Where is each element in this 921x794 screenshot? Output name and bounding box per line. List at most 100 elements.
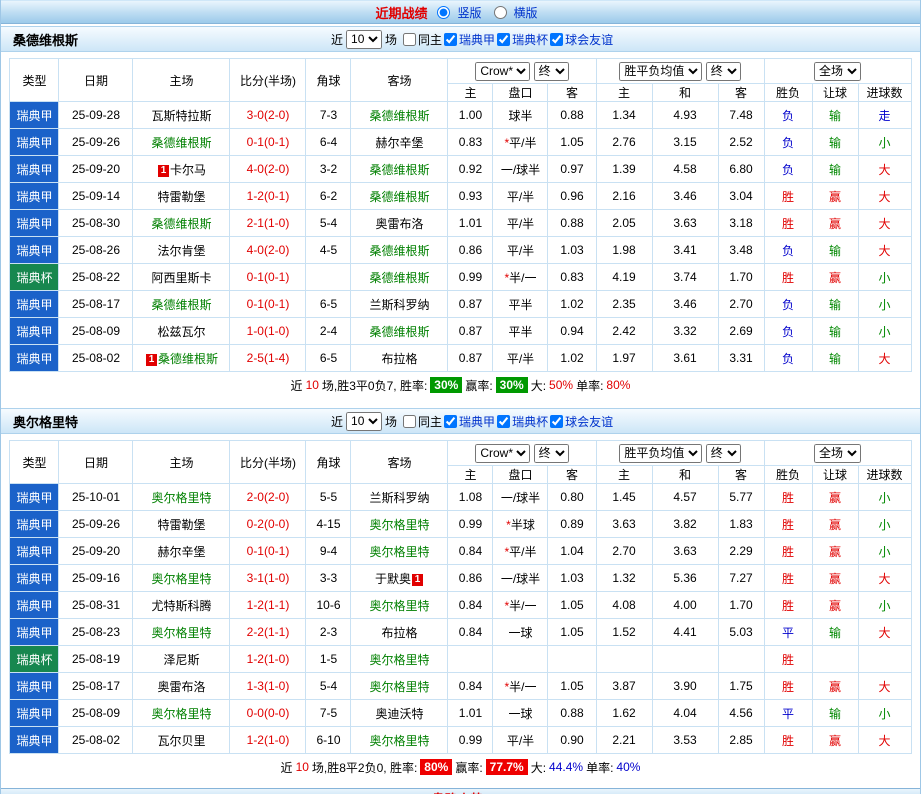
home-team-cell[interactable]: 奥尔格里特 (133, 700, 230, 727)
score-cell[interactable]: 1-0(1-0) (230, 318, 306, 345)
home-team-cell[interactable]: 奥尔格里特 (133, 619, 230, 646)
wdl-avg-select[interactable]: 胜平负均值 (619, 62, 702, 81)
same-venue-checkbox[interactable] (403, 33, 416, 46)
friendly-checkbox[interactable] (550, 33, 563, 46)
team-link[interactable]: 桑德维根斯 (369, 109, 429, 123)
team-link[interactable]: 瓦尔贝里 (157, 734, 205, 748)
team-link[interactable]: 奥尔格里特 (151, 491, 211, 505)
home-team-cell[interactable]: 尤特斯科腾 (133, 592, 230, 619)
cup-checkbox[interactable] (497, 415, 510, 428)
team-link[interactable]: 奥迪沃特 (375, 707, 423, 721)
same-venue-checkbox[interactable] (403, 415, 416, 428)
away-team-cell[interactable]: 兰斯科罗纳 (351, 484, 448, 511)
team-link[interactable]: 奥尔格里特 (151, 626, 211, 640)
score-cell[interactable]: 0-1(0-1) (230, 129, 306, 156)
team-link[interactable]: 特雷勒堡 (157, 518, 205, 532)
away-team-cell[interactable]: 布拉格 (351, 619, 448, 646)
team-link[interactable]: 卡尔马 (170, 163, 206, 177)
home-team-cell[interactable]: 松兹瓦尔 (133, 318, 230, 345)
team-link[interactable]: 泽尼斯 (163, 653, 199, 667)
vertical-layout-label[interactable]: 竖版 (457, 4, 481, 21)
friendly-checkbox[interactable] (550, 415, 563, 428)
home-team-cell[interactable]: 瓦尔贝里 (133, 727, 230, 754)
score-cell[interactable]: 1-2(1-1) (230, 592, 306, 619)
team-link[interactable]: 桑德维根斯 (369, 190, 429, 204)
match-count-select[interactable]: 10 (346, 30, 382, 49)
score-cell[interactable]: 2-0(2-0) (230, 484, 306, 511)
score-cell[interactable]: 0-1(0-1) (230, 291, 306, 318)
team-link[interactable]: 奥尔格里特 (369, 599, 429, 613)
score-cell[interactable]: 1-2(1-0) (230, 646, 306, 673)
wdl-stage-select[interactable]: 终 (706, 62, 741, 81)
team-link[interactable]: 兰斯科罗纳 (369, 491, 429, 505)
away-team-cell[interactable]: 桑德维根斯 (351, 318, 448, 345)
home-team-cell[interactable]: 1桑德维根斯 (133, 345, 230, 372)
away-team-cell[interactable]: 奥尔格里特 (351, 727, 448, 754)
team-link[interactable]: 奥尔格里特 (369, 734, 429, 748)
team-link[interactable]: 奥尔格里特 (369, 653, 429, 667)
home-team-cell[interactable]: 瓦斯特拉斯 (133, 102, 230, 129)
away-team-cell[interactable]: 桑德维根斯 (351, 264, 448, 291)
team-link[interactable]: 布拉格 (381, 352, 417, 366)
league-checkbox[interactable] (444, 415, 457, 428)
league-filter-label[interactable]: 瑞典甲 (444, 31, 495, 48)
away-team-cell[interactable]: 奥尔格里特 (351, 511, 448, 538)
team-link[interactable]: 奥雷布洛 (157, 680, 205, 694)
away-team-cell[interactable]: 兰斯科罗纳 (351, 291, 448, 318)
away-team-cell[interactable]: 布拉格 (351, 345, 448, 372)
wdl-avg-select[interactable]: 胜平负均值 (619, 444, 702, 463)
home-team-cell[interactable]: 泽尼斯 (133, 646, 230, 673)
team-link[interactable]: 法尔肯堡 (157, 244, 205, 258)
home-team-cell[interactable]: 特雷勒堡 (133, 511, 230, 538)
team-link[interactable]: 赫尔辛堡 (375, 136, 423, 150)
away-team-cell[interactable]: 桑德维根斯 (351, 102, 448, 129)
horizontal-layout-radio[interactable] (494, 6, 507, 19)
away-team-cell[interactable]: 奥尔格里特 (351, 538, 448, 565)
team-link[interactable]: 奥尔格里特 (369, 518, 429, 532)
score-cell[interactable]: 1-2(1-0) (230, 727, 306, 754)
scope-select[interactable]: 全场 (814, 62, 861, 81)
score-cell[interactable]: 0-2(0-0) (230, 511, 306, 538)
team-link[interactable]: 奥尔格里特 (369, 680, 429, 694)
score-cell[interactable]: 4-0(2-0) (230, 237, 306, 264)
away-team-cell[interactable]: 于默奥1 (351, 565, 448, 592)
team-link[interactable]: 特雷勒堡 (157, 190, 205, 204)
team-link[interactable]: 桑德维根斯 (151, 136, 211, 150)
vertical-layout-radio[interactable] (437, 6, 450, 19)
match-count-select[interactable]: 10 (346, 412, 382, 431)
team-link[interactable]: 兰斯科罗纳 (369, 298, 429, 312)
team-link[interactable]: 阿西里斯卡 (151, 271, 211, 285)
friendly-filter-label[interactable]: 球会友谊 (550, 413, 613, 430)
team-link[interactable]: 桑德维根斯 (369, 163, 429, 177)
team-link[interactable]: 奥雷布洛 (375, 217, 423, 231)
home-team-cell[interactable]: 阿西里斯卡 (133, 264, 230, 291)
home-team-cell[interactable]: 奥尔格里特 (133, 484, 230, 511)
bookmaker-select[interactable]: Crow* (475, 62, 530, 81)
same-venue-label[interactable]: 同主 (403, 31, 442, 48)
bookmaker-select[interactable]: Crow* (475, 444, 530, 463)
odds-stage-select[interactable]: 终 (534, 444, 569, 463)
wdl-stage-select[interactable]: 终 (706, 444, 741, 463)
home-team-cell[interactable]: 奥尔格里特 (133, 565, 230, 592)
score-cell[interactable]: 3-0(2-0) (230, 102, 306, 129)
away-team-cell[interactable]: 奥尔格里特 (351, 592, 448, 619)
team-link[interactable]: 布拉格 (381, 626, 417, 640)
odds-stage-select[interactable]: 终 (534, 62, 569, 81)
score-cell[interactable]: 0-1(0-1) (230, 538, 306, 565)
home-team-cell[interactable]: 桑德维根斯 (133, 129, 230, 156)
team-link[interactable]: 于默奥 (375, 572, 411, 586)
team-link[interactable]: 桑德维根斯 (369, 325, 429, 339)
score-cell[interactable]: 1-3(1-0) (230, 673, 306, 700)
league-checkbox[interactable] (444, 33, 457, 46)
team-link[interactable]: 奥尔格里特 (151, 572, 211, 586)
away-team-cell[interactable]: 奥尔格里特 (351, 673, 448, 700)
home-team-cell[interactable]: 特雷勒堡 (133, 183, 230, 210)
home-team-cell[interactable]: 桑德维根斯 (133, 210, 230, 237)
scope-select[interactable]: 全场 (814, 444, 861, 463)
score-cell[interactable]: 2-2(1-1) (230, 619, 306, 646)
team-link[interactable]: 尤特斯科腾 (151, 599, 211, 613)
horizontal-layout-label[interactable]: 横版 (514, 4, 538, 21)
home-team-cell[interactable]: 赫尔辛堡 (133, 538, 230, 565)
score-cell[interactable]: 0-0(0-0) (230, 700, 306, 727)
home-team-cell[interactable]: 桑德维根斯 (133, 291, 230, 318)
